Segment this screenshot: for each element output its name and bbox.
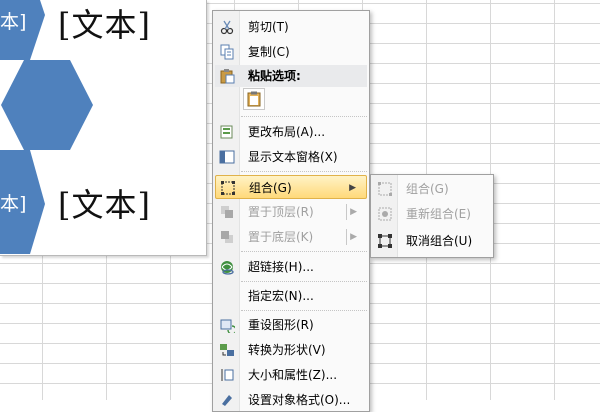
menu-item-bring-to-front: 置于顶层(R) ▶ <box>215 200 367 224</box>
submenu-item-ungroup[interactable]: 取消组合(U) <box>373 229 491 253</box>
submenu-arrow-icon: ▶ <box>349 183 356 193</box>
paste-option-button[interactable] <box>243 88 265 110</box>
hex-label-bottom: 本] <box>0 193 27 215</box>
text-pane-icon <box>219 150 235 164</box>
menu-item-assign-macro[interactable]: 指定宏(N)... <box>215 284 367 308</box>
menu-separator <box>241 281 367 282</box>
scissors-icon <box>220 20 234 35</box>
group-icon <box>378 182 392 196</box>
menu-item-reset-graphic[interactable]: 重设图形(R) <box>215 313 367 337</box>
submenu-arrow-icon: ▶ <box>350 207 357 217</box>
menu-item-send-to-back: 置于底层(K) ▶ <box>215 225 367 249</box>
format-object-icon <box>222 395 232 406</box>
menu-item-group[interactable]: 组合(G) ▶ <box>215 175 367 199</box>
smartart-graphic[interactable]: 本] 本] [文本] [文本] <box>0 0 207 256</box>
regroup-icon <box>378 207 392 221</box>
size-properties-icon <box>221 369 234 381</box>
text-placeholder-bottom[interactable]: [文本] <box>58 180 151 226</box>
copy-icon <box>220 44 234 60</box>
paste-options-header: 粘贴选项: <box>215 65 367 87</box>
submenu-item-group: 组合(G) <box>373 177 491 201</box>
menu-separator <box>241 310 367 311</box>
menu-separator <box>241 251 367 252</box>
menu-item-hyperlink[interactable]: 超链接(H)... <box>215 255 367 279</box>
context-menu: 剪切(T) 复制(C) 粘贴选项: 更改布局(A)... 显示文本窗格(X) 组… <box>212 10 370 412</box>
send-to-back-icon <box>221 231 233 243</box>
ungroup-icon <box>378 234 392 248</box>
hexagon-middle <box>1 60 93 150</box>
paste-icon <box>220 69 235 84</box>
menu-item-change-layout[interactable]: 更改布局(A)... <box>215 120 367 144</box>
convert-to-shapes-icon <box>220 344 234 356</box>
menu-separator <box>241 116 367 117</box>
menu-item-cut[interactable]: 剪切(T) <box>215 15 367 39</box>
group-icon <box>221 181 235 195</box>
bring-to-front-icon <box>221 206 233 218</box>
menu-item-text-pane[interactable]: 显示文本窗格(X) <box>215 145 367 169</box>
menu-item-copy[interactable]: 复制(C) <box>215 40 367 64</box>
paste-option-icon <box>247 91 261 107</box>
menu-item-convert-to-shapes[interactable]: 转换为形状(V) <box>215 338 367 362</box>
menu-item-format-object[interactable]: 设置对象格式(O)... <box>215 388 367 412</box>
hex-label-top: 本] <box>0 11 27 33</box>
text-placeholder-top[interactable]: [文本] <box>58 0 151 46</box>
submenu-arrow-icon: ▶ <box>350 232 357 242</box>
change-layout-icon <box>220 125 233 139</box>
group-submenu: 组合(G) 重新组合(E) 取消组合(U) <box>370 174 494 258</box>
hyperlink-icon <box>221 261 234 275</box>
reset-graphic-icon <box>220 319 235 333</box>
menu-item-size-properties[interactable]: 大小和属性(Z)... <box>215 363 367 387</box>
submenu-item-regroup: 重新组合(E) <box>373 202 491 226</box>
menu-separator <box>241 171 367 172</box>
